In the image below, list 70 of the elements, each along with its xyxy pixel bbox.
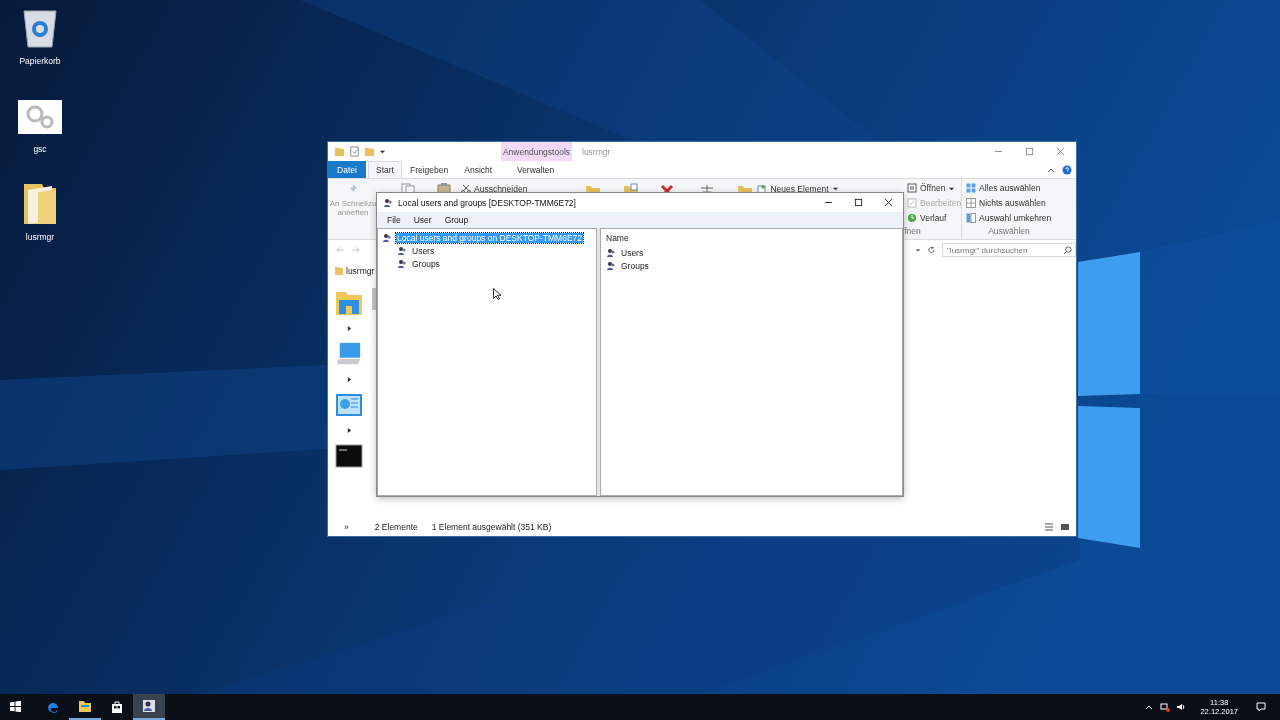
command-label[interactable]: Alles auswählen [979, 183, 1041, 193]
network-icon[interactable] [1160, 702, 1171, 712]
search-field[interactable]: "lusrmgr" durchsuchen [942, 243, 1076, 257]
folder-icon [78, 699, 92, 713]
users-icon [606, 247, 616, 258]
close-icon [1056, 147, 1065, 156]
selection-info: 1 Element ausgewählt (351 KB) [431, 522, 552, 532]
console-icon[interactable] [335, 443, 363, 469]
history-icon [907, 213, 917, 223]
command-label[interactable]: Öffnen [920, 183, 946, 193]
context-tab-header: Anwendungstools [501, 142, 572, 161]
start-button[interactable] [10, 701, 21, 712]
scrollbar-thumb[interactable] [372, 288, 376, 310]
command-label[interactable]: Auswahl umkehren [979, 213, 1052, 223]
window-title: Local users and groups [DESKTOP-TMM6E72] [398, 197, 576, 208]
browser-icon [46, 700, 60, 714]
list-item[interactable]: Groups [620, 260, 650, 271]
cursor-icon [493, 288, 501, 300]
item-count: 2 Elemente [374, 522, 418, 532]
users-icon [397, 245, 407, 256]
maximize-icon [853, 198, 863, 207]
taskbar-app[interactable] [133, 694, 165, 720]
users-icon [397, 258, 407, 269]
menu-item[interactable]: Group [444, 215, 469, 225]
edit-icon [907, 198, 917, 208]
caret-icon[interactable] [379, 148, 386, 155]
ribbon-tab[interactable]: Start [368, 161, 402, 178]
new-item-label[interactable]: Neues Element [770, 183, 829, 194]
expand-icon[interactable] [346, 377, 352, 382]
maximize-icon [1025, 147, 1034, 156]
ribbon-tab[interactable]: Freigeben [401, 161, 457, 178]
open-icon [907, 183, 917, 193]
desktop-icon-label[interactable]: Papierkorb [19, 56, 61, 66]
control-panel-icon[interactable] [335, 392, 363, 418]
window-title: lusrmgr [582, 146, 611, 157]
search-icon[interactable] [1063, 245, 1072, 255]
desktop-icon-label[interactable]: lusrmgr [25, 232, 55, 242]
users-icon [606, 260, 616, 271]
volume-icon[interactable] [1176, 702, 1187, 712]
ribbon-tab[interactable]: Datei [328, 161, 366, 178]
ribbon-tab[interactable]: Verwalten [500, 161, 572, 178]
cut-label[interactable]: Ausschneiden [474, 183, 528, 194]
tree-item[interactable]: Groups [411, 258, 441, 269]
desktop-icon-label[interactable]: gsc [33, 144, 47, 154]
select-none-icon [966, 198, 976, 208]
computer-icon[interactable] [335, 341, 363, 367]
tree-item[interactable]: Users [411, 245, 436, 256]
help-icon[interactable] [1062, 164, 1072, 175]
group-label: Auswählen [987, 226, 1031, 238]
expand-icon[interactable] [346, 428, 352, 433]
nav-label[interactable]: lusrmgr [346, 266, 375, 276]
command-label[interactable]: Nichts auswählen [979, 198, 1046, 208]
ribbon-tab[interactable]: Ansicht [456, 161, 501, 178]
list-item[interactable]: Users [620, 247, 645, 258]
users-icon [383, 197, 393, 208]
menu-item[interactable]: User [413, 215, 432, 225]
select-all-icon [966, 183, 976, 193]
notifications-icon[interactable] [1256, 702, 1266, 712]
users-icon [382, 232, 392, 243]
tiles-view-icon[interactable] [1060, 522, 1070, 532]
shopping-bag-icon [110, 700, 124, 714]
close-icon [883, 198, 893, 207]
users-icon [142, 699, 156, 713]
invert-selection-icon [966, 213, 976, 223]
command-label[interactable]: Verlauf [920, 213, 947, 223]
column-header[interactable]: Name [606, 233, 897, 243]
folder-icon [334, 266, 344, 276]
menu-item[interactable]: File [387, 215, 401, 225]
more-button[interactable]: » [344, 522, 349, 532]
refresh-icon[interactable] [927, 245, 936, 255]
